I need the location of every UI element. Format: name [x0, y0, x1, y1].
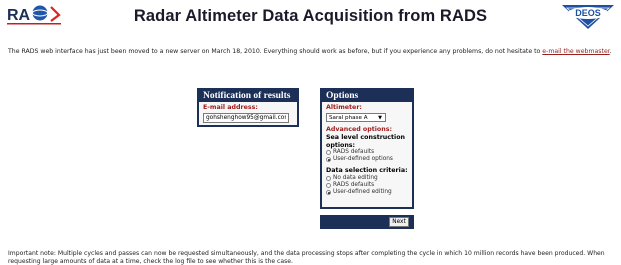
important-note: Important note: Multiple cycles and pass… [8, 250, 605, 265]
actions-bar: Next [320, 215, 414, 229]
radio-no-data-editing[interactable]: No data editing [326, 175, 412, 182]
email-webmaster-link[interactable]: e-mail the webmaster [542, 48, 609, 55]
radio-button[interactable] [326, 176, 331, 181]
radio-button[interactable] [326, 183, 331, 189]
radio-sea-level-rads-defaults[interactable]: RADS defaults [326, 149, 412, 156]
radio-sea-level-user-defined[interactable]: User-defined options [326, 156, 412, 163]
radio-user-defined-editing[interactable]: User-defined editing [326, 189, 412, 196]
radio-label: User-defined options [333, 156, 393, 163]
sea-level-label: Sea level construction options: [326, 134, 406, 149]
notification-title: Notification of results [199, 90, 297, 102]
intro-end: . [609, 48, 612, 55]
page-title: Radar Altimeter Data Acquisition from RA… [133, 7, 488, 25]
options-panel: Options Altimeter: Saral phase A ▼ Advan… [320, 88, 414, 209]
altimeter-label: Altimeter: [326, 104, 362, 111]
radio-label: RADS defaults [333, 149, 375, 155]
radio-button[interactable] [326, 150, 331, 156]
radio-button[interactable] [326, 190, 331, 196]
page-header: RA Radar Altimeter Data Acquisition from… [0, 0, 621, 30]
radio-button[interactable] [326, 157, 331, 163]
chevron-down-icon: ▼ [378, 115, 382, 121]
email-field[interactable] [203, 113, 289, 123]
intro-text: The RADS web interface has just been mov… [8, 48, 613, 56]
advanced-options-label: Advanced options: [326, 126, 392, 133]
email-label: E-mail address: [203, 104, 258, 111]
data-selection-label: Data selection criteria: [326, 167, 408, 175]
radio-data-rads-defaults[interactable]: RADS defaults [326, 182, 412, 189]
svg-text:DEOS: DEOS [575, 8, 601, 18]
altimeter-select[interactable]: Saral phase A ▼ [326, 113, 386, 122]
next-button[interactable]: Next [389, 217, 409, 227]
intro-message: The RADS web interface has just been mov… [8, 48, 543, 55]
radio-label: No data editing [333, 174, 378, 181]
deos-logo: DEOS [562, 5, 614, 29]
radio-label: RADS defaults [333, 182, 375, 189]
radio-label: User-defined editing [333, 189, 392, 196]
options-title: Options [322, 90, 412, 102]
notification-panel: Notification of results E-mail address: [197, 88, 299, 127]
altimeter-selected-value: Saral phase A [329, 115, 368, 121]
